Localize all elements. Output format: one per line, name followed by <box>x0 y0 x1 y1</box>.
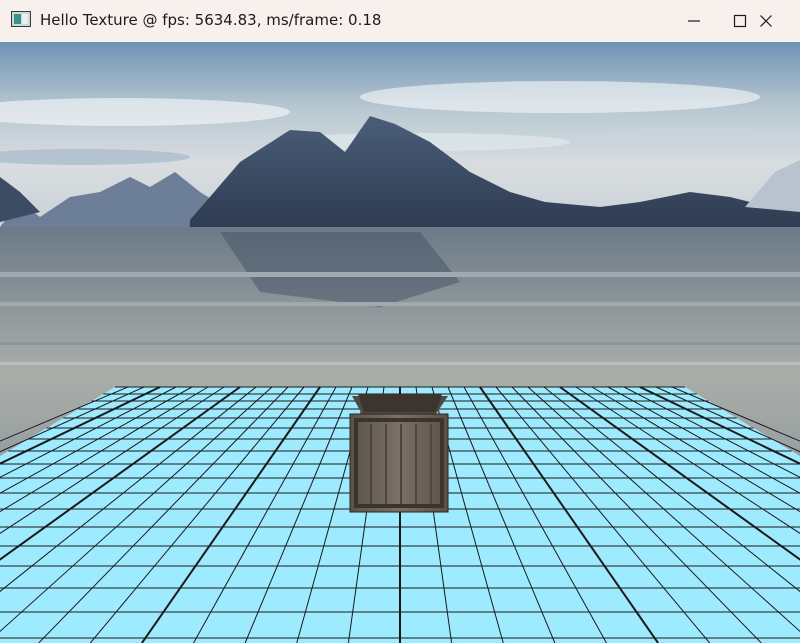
close-button[interactable] <box>743 0 789 42</box>
close-icon <box>760 15 772 27</box>
wooden-crate <box>349 394 449 513</box>
minimize-button[interactable] <box>671 0 717 42</box>
app-window-icon <box>11 11 31 27</box>
scene-canvas <box>0 42 800 643</box>
title-bar[interactable]: Hello Texture @ fps: 5634.83, ms/frame: … <box>0 0 800 42</box>
window-title: Hello Texture @ fps: 5634.83, ms/frame: … <box>40 11 382 29</box>
render-viewport[interactable] <box>0 42 800 643</box>
minimize-icon <box>688 20 700 22</box>
